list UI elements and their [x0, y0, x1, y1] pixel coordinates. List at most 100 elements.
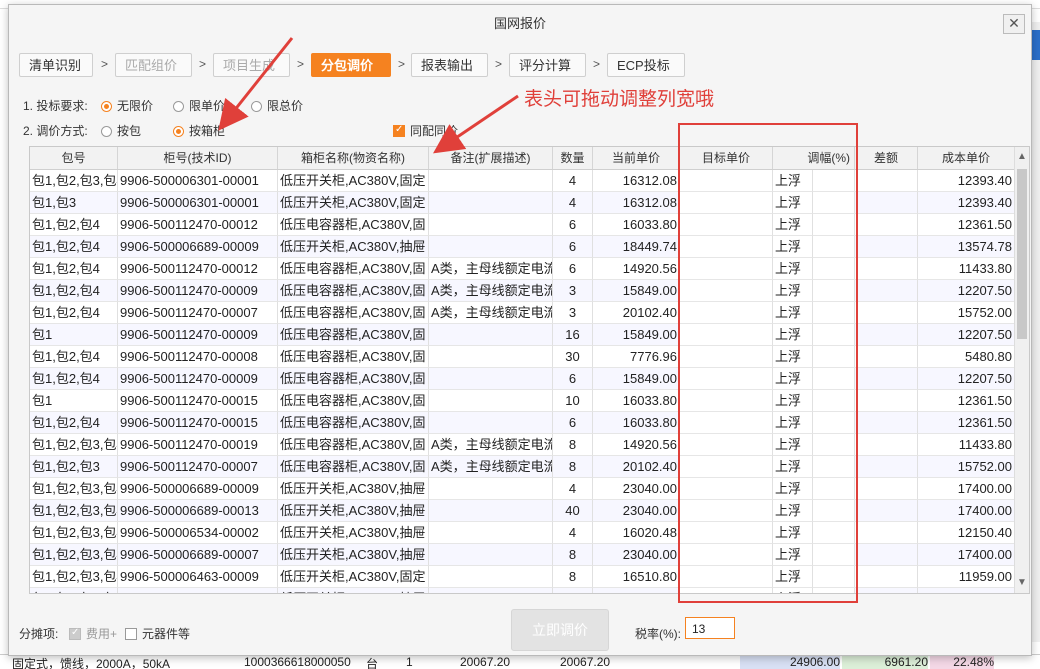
- table-cell[interactable]: [813, 192, 855, 214]
- tax-rate-input[interactable]: 13: [685, 617, 735, 639]
- table-cell[interactable]: 上浮: [773, 214, 813, 236]
- table-cell[interactable]: 上浮: [773, 390, 813, 412]
- table-cell[interactable]: [813, 346, 855, 368]
- column-header[interactable]: 差额: [855, 147, 918, 169]
- table-cell[interactable]: [680, 390, 773, 412]
- radio-by-package[interactable]: 按包: [101, 122, 141, 139]
- radio-unit-limit[interactable]: 限单价: [173, 97, 225, 114]
- component-checkbox[interactable]: 元器件等: [125, 625, 190, 642]
- same-config-same-price-checkbox[interactable]: 同配同价: [393, 122, 458, 139]
- table-cell[interactable]: [680, 324, 773, 346]
- table-cell[interactable]: 上浮: [773, 456, 813, 478]
- table-row[interactable]: 包1,包2,包3,包4 9906-500006689-00013 低压开关柜,AC3…: [30, 500, 1015, 522]
- table-cell[interactable]: [680, 588, 773, 593]
- radio-no-limit[interactable]: 无限价: [101, 97, 153, 114]
- table-cell[interactable]: [813, 434, 855, 456]
- table-row[interactable]: 包1,包2,包4 9906-500112470-00009 低压电容器柜,AC380…: [30, 368, 1015, 390]
- step-match-pricing[interactable]: 匹配组价: [115, 53, 192, 77]
- table-cell[interactable]: [813, 236, 855, 258]
- table-cell[interactable]: 上浮: [773, 170, 813, 192]
- table-cell[interactable]: 上浮: [773, 500, 813, 522]
- table-cell[interactable]: 上浮: [773, 434, 813, 456]
- table-row[interactable]: 包1,包2,包3,包49906-500006689-00009低压开关柜,AC3…: [30, 478, 1015, 500]
- table-cell[interactable]: [680, 236, 773, 258]
- table-row[interactable]: 包1,包2,包3,包4 9906-500006301-00001 低压开关柜,AC3…: [30, 170, 1015, 192]
- table-cell[interactable]: [813, 368, 855, 390]
- table-cell[interactable]: [813, 500, 855, 522]
- table-row[interactable]: 包1,包2,包3,包4 9906-500006689-00007 低压开关柜,AC3…: [30, 544, 1015, 566]
- fee-checkbox[interactable]: 费用+: [69, 625, 117, 642]
- table-cell[interactable]: [680, 500, 773, 522]
- table-cell[interactable]: [680, 522, 773, 544]
- table-cell[interactable]: 上浮: [773, 412, 813, 434]
- column-header[interactable]: 备注(扩展描述): [429, 147, 553, 169]
- table-cell[interactable]: [680, 566, 773, 588]
- table-row[interactable]: 包1,包2,包4 9906-500112470-00015 低压电容器柜,AC380…: [30, 412, 1015, 434]
- table-cell[interactable]: [680, 192, 773, 214]
- table-cell[interactable]: [813, 412, 855, 434]
- table-cell[interactable]: [680, 280, 773, 302]
- table-cell[interactable]: 上浮: [773, 566, 813, 588]
- table-cell[interactable]: 上浮: [773, 346, 813, 368]
- table-cell[interactable]: [680, 346, 773, 368]
- table-row[interactable]: 包1,包3 9906-500006301-00001 低压开关柜,AC380V,固定…: [30, 192, 1015, 214]
- column-header[interactable]: 箱柜名称(物资名称): [278, 147, 429, 169]
- table-row[interactable]: 包1,包2,包3,包4 9906-500006534-00002 低压开关柜,AC3…: [30, 522, 1015, 544]
- table-cell[interactable]: 上浮: [773, 236, 813, 258]
- table-row[interactable]: 包1 9906-500112470-00015 低压电容器柜,AC380V,固 10 1…: [30, 390, 1015, 412]
- step-package-adjust[interactable]: 分包调价: [311, 53, 391, 77]
- table-cell[interactable]: 上浮: [773, 258, 813, 280]
- table-cell[interactable]: 上浮: [773, 544, 813, 566]
- step-score-calc[interactable]: 评分计算: [509, 53, 586, 77]
- column-header[interactable]: 目标单价: [680, 147, 773, 169]
- table-cell[interactable]: 上浮: [773, 368, 813, 390]
- radio-total-limit[interactable]: 限总价: [251, 97, 303, 114]
- table-cell[interactable]: 上浮: [773, 280, 813, 302]
- column-header[interactable]: 成本单价: [918, 147, 1015, 169]
- radio-by-cabinet[interactable]: 按箱柜: [173, 122, 225, 139]
- table-row[interactable]: 包1,包2,包3 9906-500112470-00007 低压电容器柜,AC380…: [30, 456, 1015, 478]
- table-cell[interactable]: [680, 258, 773, 280]
- scroll-up-icon[interactable]: ▲: [1015, 149, 1029, 165]
- table-cell[interactable]: [813, 544, 855, 566]
- table-cell[interactable]: [813, 588, 855, 593]
- scroll-down-icon[interactable]: ▼: [1015, 575, 1029, 591]
- table-cell[interactable]: [680, 456, 773, 478]
- table-cell[interactable]: 上浮: [773, 302, 813, 324]
- column-header[interactable]: 当前单价: [593, 147, 680, 169]
- table-cell[interactable]: [680, 544, 773, 566]
- table-row[interactable]: 包1,包2,包4 9906-500112470-00009 低压电容器柜,AC380…: [30, 280, 1015, 302]
- table-cell[interactable]: [680, 170, 773, 192]
- table-row[interactable]: 包1,包2,包4 9906-500112470-00007 低压电容器柜,AC380…: [30, 302, 1015, 324]
- table-cell[interactable]: [813, 324, 855, 346]
- table-row[interactable]: 包1,包2,包3,包4 9906-500112470-00019 低压电容器柜,AC…: [30, 434, 1015, 456]
- column-header[interactable]: 包号: [30, 147, 118, 169]
- column-header[interactable]: 柜号(技术ID): [118, 147, 278, 169]
- close-button[interactable]: ✕: [1003, 14, 1025, 34]
- table-cell[interactable]: 上浮: [773, 192, 813, 214]
- table-cell[interactable]: [680, 368, 773, 390]
- table-row[interactable]: 包1,包2,包3,包49906-500006689-00009低压开关柜,AC3…: [30, 588, 1015, 593]
- table-cell[interactable]: [813, 258, 855, 280]
- step-ecp-bid[interactable]: ECP投标: [607, 53, 685, 77]
- table-cell[interactable]: 上浮: [773, 478, 813, 500]
- vertical-scrollbar[interactable]: ▲ ▼: [1014, 147, 1029, 593]
- table-row[interactable]: 包1,包2,包3,包4 9906-500006463-00009 低压开关柜,AC3…: [30, 566, 1015, 588]
- table-row[interactable]: 包1,包2,包4 9906-500112470-00012 低压电容器柜,AC380…: [30, 214, 1015, 236]
- table-cell[interactable]: [680, 412, 773, 434]
- table-cell[interactable]: [813, 390, 855, 412]
- table-cell[interactable]: [680, 302, 773, 324]
- step-report-output[interactable]: 报表输出: [411, 53, 488, 77]
- column-header[interactable]: 数量: [553, 147, 593, 169]
- table-cell[interactable]: [813, 302, 855, 324]
- column-header[interactable]: 调幅(%): [773, 147, 855, 169]
- table-cell[interactable]: [813, 170, 855, 192]
- step-list-recognition[interactable]: 清单识别: [19, 53, 93, 77]
- table-cell[interactable]: 上浮: [773, 522, 813, 544]
- table-cell[interactable]: 上浮: [773, 588, 813, 593]
- table-cell[interactable]: [813, 478, 855, 500]
- step-project-generate[interactable]: 项目生成: [213, 53, 290, 77]
- table-row[interactable]: 包1,包2,包4 9906-500112470-00012 低压电容器柜,AC380…: [30, 258, 1015, 280]
- table-row[interactable]: 包1,包2,包4 9906-500112470-00008 低压电容器柜,AC380…: [30, 346, 1015, 368]
- dialog-title-bar[interactable]: 国网报价 ✕: [9, 5, 1031, 39]
